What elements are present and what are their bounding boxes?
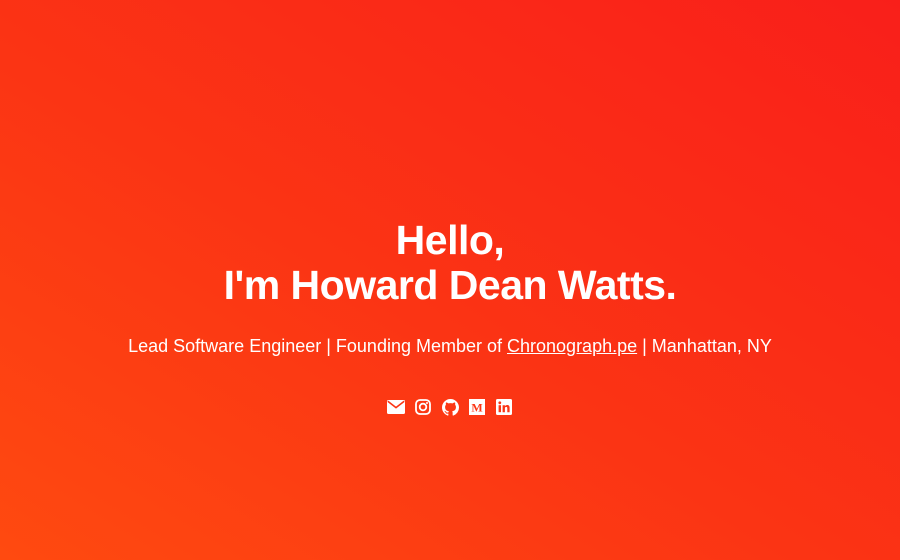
medium-link[interactable]: M [468,398,486,416]
tagline-location-text: | Manhattan, NY [637,336,772,356]
chronograph-link[interactable]: Chronograph.pe [507,336,637,356]
linkedin-icon [496,399,512,415]
medium-icon: M [469,399,485,415]
linkedin-link[interactable] [495,398,513,416]
svg-text:M: M [471,400,482,414]
name-text: I'm Howard Dean Watts. [223,262,677,308]
github-link[interactable] [441,398,459,416]
tagline: Lead Software Engineer | Founding Member… [0,335,900,357]
social-links: M [0,397,900,417]
greeting-text: Hello, [395,217,505,263]
github-icon [441,398,459,416]
email-link[interactable] [387,398,405,416]
instagram-link[interactable] [414,398,432,416]
envelope-icon [387,400,405,414]
hero-section: Hello, I'm Howard Dean Watts. Lead Softw… [0,0,900,560]
tagline-role-text: Lead Software Engineer | Founding Member… [128,336,508,356]
instagram-icon [415,399,431,415]
page-title: Hello, I'm Howard Dean Watts. [0,218,900,308]
